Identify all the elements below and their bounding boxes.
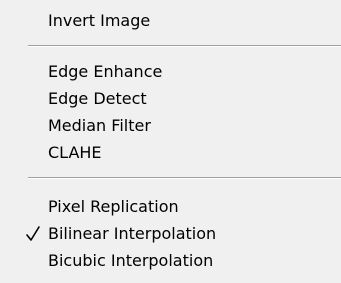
menu-item-invert-image[interactable]: Invert Image [0, 8, 341, 34]
menu-item-label: Bilinear Interpolation [48, 224, 217, 243]
menu-item-pixel-replication[interactable]: Pixel Replication [0, 194, 341, 220]
menu-item-edge-enhance[interactable]: Edge Enhance [0, 59, 341, 85]
menu-item-label: Bicubic Interpolation [48, 251, 214, 270]
menu-separator [28, 177, 341, 179]
menu-item-clahe[interactable]: CLAHE [0, 140, 341, 166]
menu-item-label: Median Filter [48, 116, 151, 135]
menu-item-label: CLAHE [48, 143, 102, 162]
menu-item-bicubic-interpolation[interactable]: Bicubic Interpolation [0, 248, 341, 274]
menu-item-bilinear-interpolation[interactable]: Bilinear Interpolation [0, 221, 341, 247]
menu-item-label: Edge Detect [48, 89, 147, 108]
context-menu: Invert Image Edge Enhance Edge Detect Me… [0, 0, 341, 283]
menu-separator [28, 45, 341, 47]
menu-item-label: Pixel Replication [48, 197, 179, 216]
menu-item-label: Invert Image [48, 11, 151, 30]
checkmark-icon [25, 221, 43, 247]
menu-item-label: Edge Enhance [48, 62, 163, 81]
menu-item-edge-detect[interactable]: Edge Detect [0, 86, 341, 112]
menu-item-median-filter[interactable]: Median Filter [0, 113, 341, 139]
